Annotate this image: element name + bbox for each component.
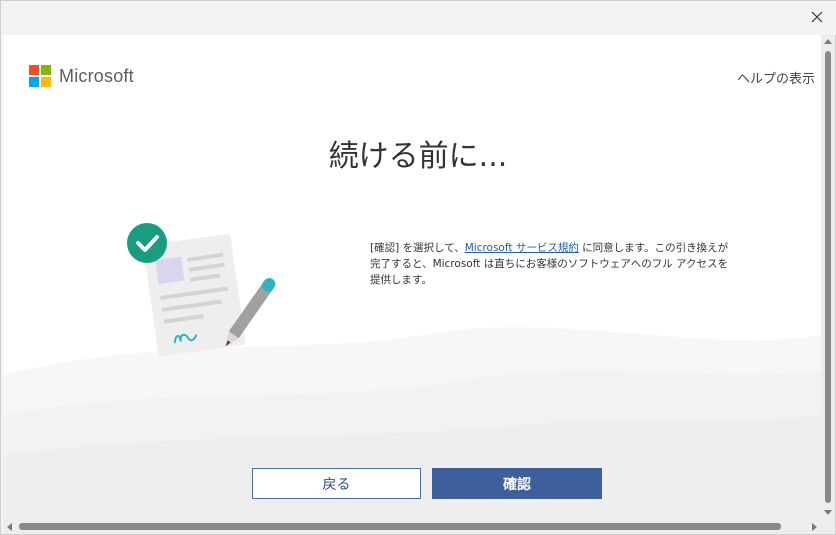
agreement-text-prefix: [確認] を選択して、 bbox=[370, 242, 465, 254]
scroll-right-icon[interactable] bbox=[812, 523, 817, 531]
help-link[interactable]: ヘルプの表示 bbox=[737, 68, 815, 87]
vertical-scroll-thumb[interactable] bbox=[825, 51, 831, 503]
confirm-button[interactable]: 確認 bbox=[432, 468, 602, 499]
scroll-down-icon[interactable] bbox=[824, 510, 832, 515]
vertical-scrollbar[interactable] bbox=[821, 35, 835, 519]
horizontal-scrollbar[interactable] bbox=[3, 519, 821, 534]
close-icon bbox=[811, 8, 823, 27]
dialog-window: Microsoft ヘルプの表示 続ける前に... [確認] を選択して、Mic… bbox=[0, 0, 836, 535]
horizontal-scroll-thumb[interactable] bbox=[19, 523, 781, 530]
scrollbar-corner bbox=[821, 519, 835, 534]
title-bar bbox=[1, 1, 836, 35]
microsoft-logo: Microsoft bbox=[29, 65, 134, 87]
content-panel: Microsoft ヘルプの表示 続ける前に... [確認] を選択して、Mic… bbox=[3, 35, 821, 519]
scroll-up-icon[interactable] bbox=[824, 39, 832, 44]
microsoft-logo-icon bbox=[29, 65, 51, 87]
brand-name: Microsoft bbox=[59, 65, 134, 86]
terms-of-service-link[interactable]: Microsoft サービス規約 bbox=[465, 242, 579, 254]
back-button[interactable]: 戻る bbox=[252, 468, 421, 499]
close-button[interactable] bbox=[801, 3, 833, 31]
signed-document-checkmark-illustration bbox=[127, 223, 276, 357]
page-title: 続ける前に... bbox=[328, 139, 508, 174]
scroll-left-icon[interactable] bbox=[7, 523, 12, 531]
agreement-text: [確認] を選択して、Microsoft サービス規約 に同意します。この引き換… bbox=[370, 240, 736, 288]
